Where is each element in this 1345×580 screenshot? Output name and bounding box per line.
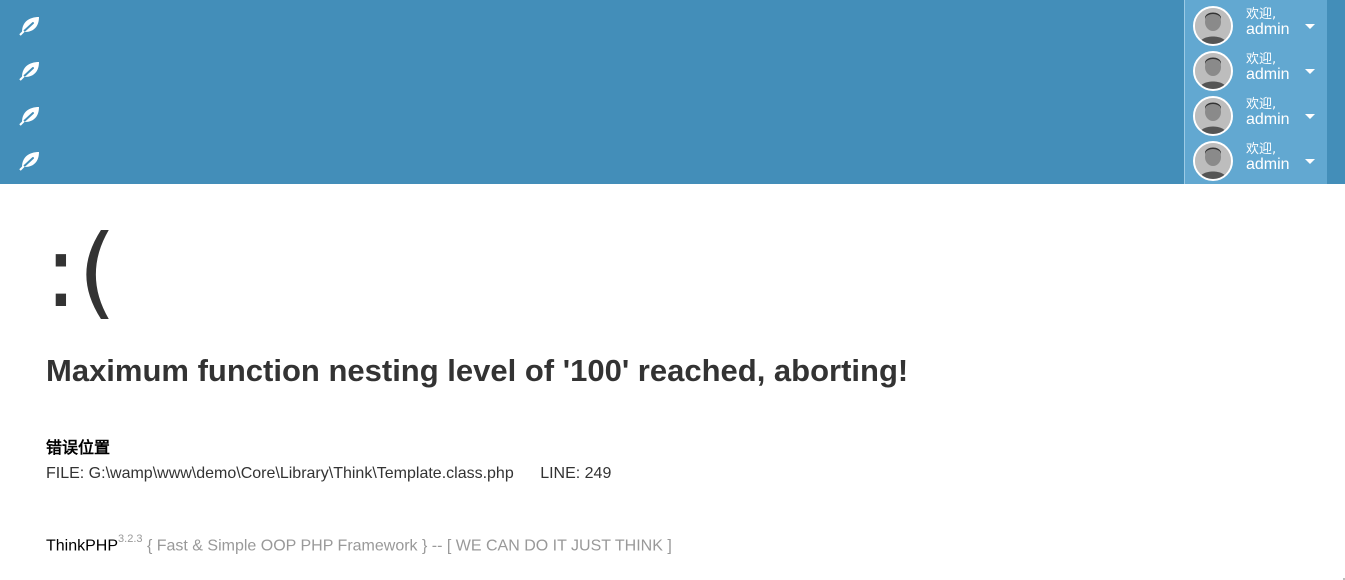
- error-file-info: FILE: G:\wamp\www\demo\Core\Library\Thin…: [46, 465, 611, 483]
- user-greeting: 欢迎, admin: [1246, 8, 1290, 38]
- leaf-icon[interactable]: [18, 13, 42, 37]
- leaf-icon[interactable]: [18, 103, 42, 127]
- error-file-path: FILE: G:\wamp\www\demo\Core\Library\Thin…: [46, 465, 514, 482]
- framework-footer: ThinkPHP3.2.3 { Fast & Simple OOP PHP Fr…: [46, 533, 672, 555]
- leaf-icon[interactable]: [18, 148, 42, 172]
- user-menu-toggle[interactable]: 欢迎, admin: [1185, 47, 1328, 92]
- error-location-title: 错误位置: [46, 438, 111, 457]
- welcome-label: 欢迎,: [1246, 97, 1277, 112]
- username: admin: [1246, 66, 1290, 83]
- user-greeting: 欢迎, admin: [1246, 53, 1290, 83]
- welcome-label: 欢迎,: [1246, 52, 1277, 67]
- user-menu-toggle[interactable]: 欢迎, admin: [1185, 137, 1328, 182]
- user-menu-toggle[interactable]: 欢迎, admin: [1185, 2, 1328, 47]
- avatar: [1193, 6, 1233, 46]
- framework-name: ThinkPHP: [46, 537, 119, 555]
- framework-tagline: { Fast & Simple OOP PHP Framework } -- […: [142, 537, 672, 555]
- caret-down-icon: [1305, 114, 1315, 119]
- username: admin: [1246, 21, 1290, 38]
- framework-version: 3.2.3: [118, 533, 143, 545]
- navbar-brand-icons: [0, 0, 70, 184]
- avatar: [1193, 96, 1233, 136]
- user-menu-panel: 欢迎, admin 欢迎, admin 欢迎, admin 欢迎, admin: [1184, 0, 1327, 184]
- welcome-label: 欢迎,: [1246, 7, 1277, 22]
- avatar: [1193, 141, 1233, 181]
- avatar: [1193, 51, 1233, 91]
- user-menu-toggle[interactable]: 欢迎, admin: [1185, 92, 1328, 137]
- user-greeting: 欢迎, admin: [1246, 98, 1290, 128]
- navbar: 欢迎, admin 欢迎, admin 欢迎, admin 欢迎, admin: [0, 0, 1345, 184]
- user-greeting: 欢迎, admin: [1246, 143, 1290, 173]
- error-message: Maximum function nesting level of '100' …: [46, 353, 909, 388]
- username: admin: [1246, 111, 1290, 128]
- caret-down-icon: [1305, 159, 1315, 164]
- leaf-icon[interactable]: [18, 58, 42, 82]
- username: admin: [1246, 156, 1290, 173]
- sad-face-emoticon: :(: [44, 213, 117, 330]
- welcome-label: 欢迎,: [1246, 142, 1277, 157]
- caret-down-icon: [1305, 69, 1315, 74]
- error-line-number: LINE: 249: [540, 465, 612, 482]
- caret-down-icon: [1305, 24, 1315, 29]
